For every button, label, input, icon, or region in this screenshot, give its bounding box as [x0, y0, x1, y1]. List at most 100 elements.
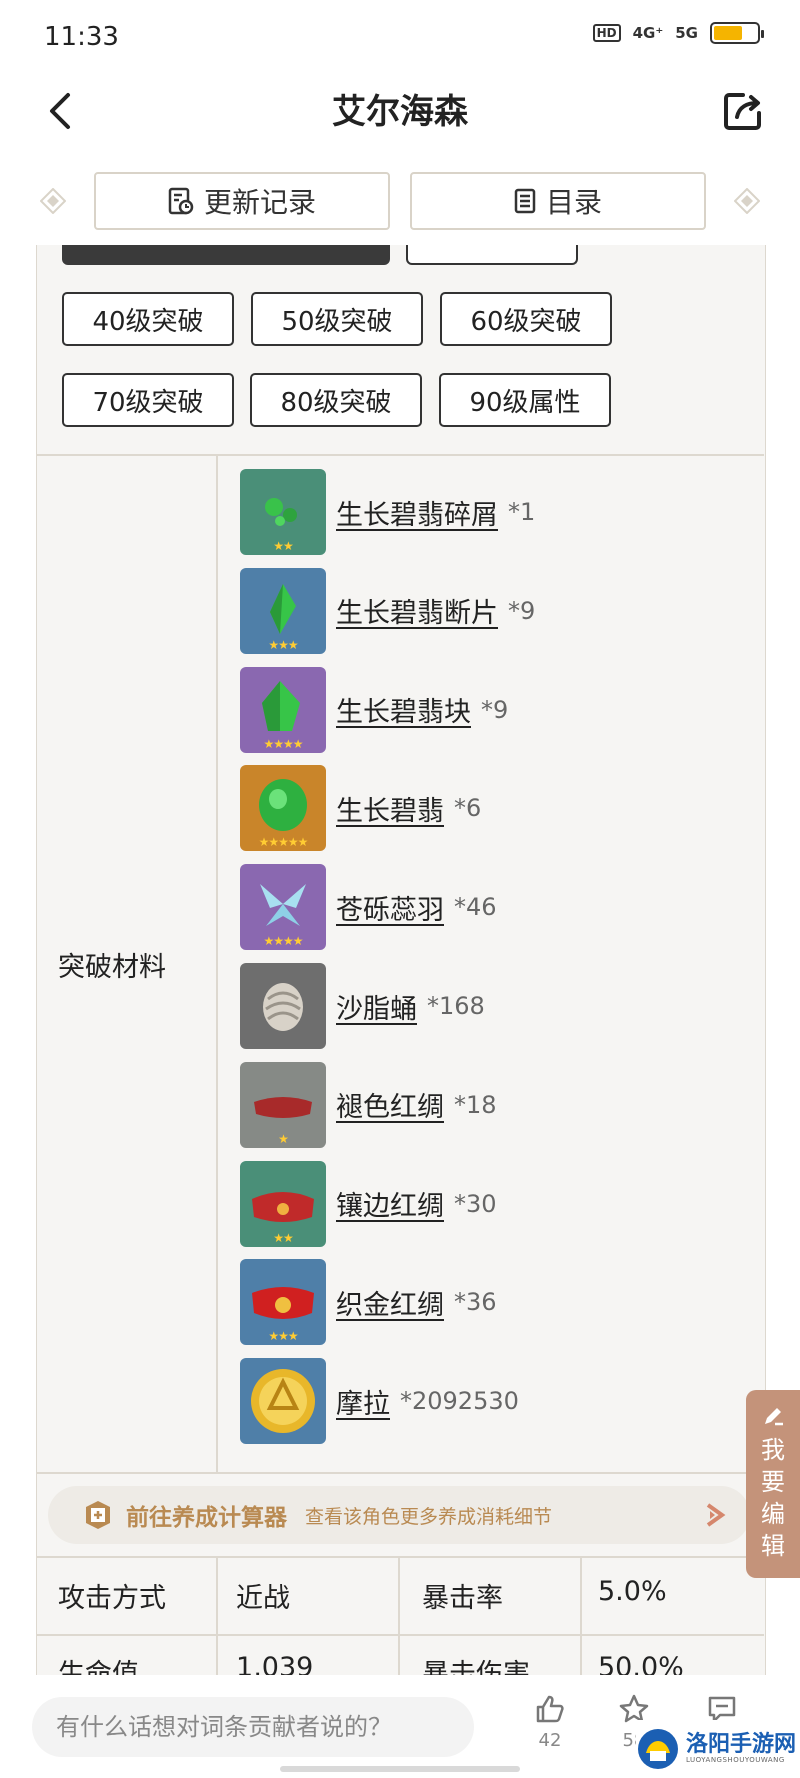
material-row[interactable]: 沙脂蛹 *168 — [240, 963, 485, 1049]
rarity-stars: ★★★★ — [263, 736, 303, 751]
level-90-button[interactable]: 90级属性 — [439, 373, 611, 427]
level-80-button[interactable]: 80级突破 — [250, 373, 422, 427]
material-row[interactable]: ★★★★★ 生长碧翡 *6 — [240, 765, 482, 852]
like-button[interactable]: 42 — [520, 1693, 580, 1751]
material-row[interactable]: ★★ 镶边红绸 *30 — [240, 1160, 497, 1247]
calculator-title: 前往养成计算器 — [126, 1505, 287, 1531]
material-count: *36 — [454, 1288, 497, 1317]
stat-label: 暴击率 — [422, 1583, 503, 1614]
rarity-stars: ★★★★ — [263, 934, 303, 949]
material-name[interactable]: 生长碧翡断片 — [336, 591, 498, 630]
calculator-icon — [86, 1501, 110, 1529]
rarity-stars: ★★★★★ — [258, 835, 309, 850]
material-count: *30 — [454, 1189, 497, 1218]
material-icon: ★★★ — [240, 567, 326, 654]
divider — [398, 1556, 400, 1676]
level-tab[interactable] — [406, 245, 578, 265]
material-count: *6 — [454, 794, 482, 823]
home-indicator — [280, 1766, 520, 1772]
list-icon — [514, 188, 536, 214]
rarity-stars: ★★★ — [268, 1329, 298, 1344]
material-icon: ★★ — [240, 1160, 326, 1247]
material-row[interactable]: ★★ 生长碧翡碎屑 *1 — [240, 469, 535, 555]
material-name[interactable]: 苍砾蕊羽 — [336, 888, 444, 927]
diamond-ornament-icon — [40, 188, 66, 214]
calculator-link[interactable]: 前往养成计算器 查看该角色更多养成消耗细节 — [48, 1486, 750, 1544]
material-count: *168 — [427, 992, 485, 1020]
material-name[interactable]: 褪色红绸 — [336, 1085, 444, 1124]
level-70-button[interactable]: 70级突破 — [62, 373, 234, 427]
material-row[interactable]: ★ 褪色红绸 *18 — [240, 1061, 497, 1148]
level-tab-selected[interactable] — [62, 245, 390, 265]
history-icon — [168, 187, 194, 215]
rarity-stars: ★★★ — [268, 637, 298, 652]
status-icons: HD 4G⁺ 5G — [592, 22, 764, 44]
history-button[interactable]: 更新记录 — [94, 172, 390, 230]
material-count: *9 — [481, 695, 509, 724]
status-time: 11:33 — [44, 22, 119, 52]
thumbs-up-icon — [536, 1695, 564, 1723]
material-count: *18 — [454, 1090, 497, 1119]
material-name[interactable]: 生长碧翡碎屑 — [336, 493, 498, 532]
material-row[interactable]: ★★★ 生长碧翡断片 *9 — [240, 567, 536, 654]
material-name[interactable]: 摩拉 — [336, 1382, 390, 1421]
material-row[interactable]: ★★★★ 苍砾蕊羽 *46 — [240, 864, 497, 951]
material-icon: ★★ — [240, 469, 326, 555]
divider — [36, 1472, 764, 1474]
material-count: *9 — [508, 596, 536, 625]
like-count: 42 — [538, 1730, 562, 1751]
watermark-logo-icon — [638, 1729, 678, 1769]
material-count: *46 — [454, 893, 497, 922]
toc-button[interactable]: 目录 — [410, 172, 706, 230]
divider — [216, 1556, 218, 1676]
share-button[interactable] — [718, 86, 768, 136]
material-count: *1 — [508, 498, 536, 526]
level-50-button[interactable]: 50级突破 — [251, 292, 423, 346]
divider — [580, 1556, 582, 1676]
watermark-url: LUOYANGSHOUYOUWANG — [686, 1756, 785, 1764]
material-name[interactable]: 生长碧翡 — [336, 789, 444, 828]
pencil-icon — [765, 1408, 783, 1426]
material-name[interactable]: 沙脂蛹 — [336, 987, 417, 1026]
battery-icon — [710, 22, 764, 44]
5g-signal-icon: 5G — [675, 24, 698, 42]
material-icon: ★★★★ — [240, 864, 326, 951]
rarity-stars: ★ — [278, 1131, 289, 1146]
material-row[interactable]: 摩拉 *2092530 — [240, 1358, 519, 1445]
edit-label: 我要编辑 — [761, 1436, 785, 1560]
share-icon — [724, 93, 761, 130]
divider — [36, 1634, 764, 1636]
materials-label: 突破材料 — [58, 952, 166, 983]
level-60-button[interactable]: 60级突破 — [440, 292, 612, 346]
material-name[interactable]: 生长碧翡块 — [336, 690, 471, 729]
material-icon: ★★★★ — [240, 666, 326, 753]
material-icon — [240, 1358, 326, 1445]
watermark-name: 洛阳手游网 — [686, 1732, 797, 1757]
divider — [36, 1556, 764, 1558]
material-icon: ★★★ — [240, 1259, 326, 1346]
page-title: 艾尔海森 — [332, 92, 468, 132]
history-label: 更新记录 — [203, 186, 316, 219]
hd-icon: HD — [592, 24, 621, 42]
divider — [216, 454, 218, 1472]
calculator-desc: 查看该角色更多养成消耗细节 — [305, 1505, 553, 1528]
watermark: 洛阳手游网 LUOYANGSHOUYOUWANG — [636, 1720, 800, 1778]
material-name[interactable]: 织金红绸 — [336, 1283, 444, 1322]
material-icon: ★★★★★ — [240, 765, 326, 852]
material-count: *2092530 — [400, 1387, 519, 1416]
4g-signal-icon: 4G⁺ — [632, 24, 664, 42]
rarity-stars: ★★ — [273, 1230, 294, 1245]
rarity-stars: ★★ — [273, 539, 294, 553]
comment-input[interactable] — [32, 1697, 474, 1757]
stat-label: 攻击方式 — [58, 1583, 166, 1614]
material-icon: ★ — [240, 1061, 326, 1148]
stat-value: 5.0% — [598, 1576, 667, 1607]
material-icon — [240, 963, 326, 1049]
level-40-button[interactable]: 40级突破 — [62, 292, 234, 346]
edit-button[interactable]: 我要编辑 — [746, 1390, 800, 1578]
stat-value: 近战 — [236, 1583, 290, 1614]
material-name[interactable]: 镶边红绸 — [336, 1184, 444, 1223]
material-row[interactable]: ★★★★ 生长碧翡块 *9 — [240, 666, 509, 753]
diamond-ornament-icon — [734, 188, 760, 214]
material-row[interactable]: ★★★ 织金红绸 *36 — [240, 1259, 497, 1346]
